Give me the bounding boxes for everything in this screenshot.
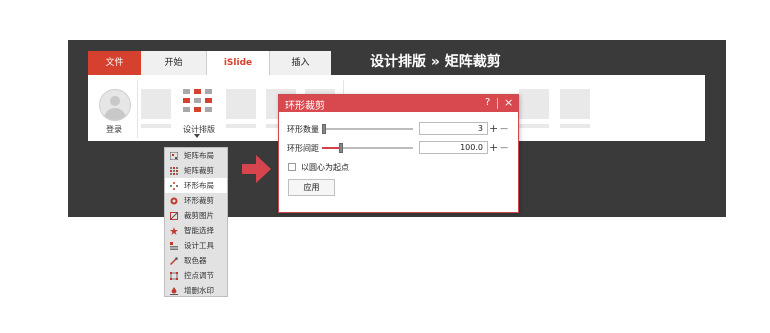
smart-select-icon — [170, 227, 178, 235]
dialog-title: 环形裁剪 — [285, 101, 325, 112]
count-minus-button[interactable]: — — [500, 123, 508, 134]
menu-item-label: 矩阵裁剪 — [184, 166, 214, 175]
menu-item-label: 环形裁剪 — [184, 196, 214, 205]
crop-image-icon — [170, 212, 178, 220]
login-label[interactable]: 登录 — [106, 124, 122, 135]
spacing-input[interactable]: 100.0 — [419, 141, 488, 154]
menu-item-design-tools[interactable]: 设计工具 — [165, 238, 227, 253]
center-start-label[interactable]: 以圆心为起点 — [301, 162, 349, 173]
count-slider-thumb[interactable] — [322, 124, 326, 134]
menu-item-ring-crop[interactable]: 环形裁剪 — [165, 193, 227, 208]
menu-item-label: 矩阵布局 — [184, 151, 214, 160]
count-label: 环形数量 — [287, 125, 319, 134]
count-slider[interactable] — [322, 124, 413, 134]
ribbon-label-placeholder — [560, 124, 590, 128]
ribbon-button-placeholder — [560, 89, 590, 119]
menu-item-crop-image[interactable]: 裁剪图片 — [165, 208, 227, 223]
menu-item-smart-select[interactable]: 智能选择 — [165, 223, 227, 238]
spacing-slider[interactable] — [322, 143, 413, 153]
menu-item-label: 取色器 — [184, 256, 207, 265]
spacing-minus-button[interactable]: — — [500, 142, 508, 153]
spacing-plus-button[interactable]: + — [489, 142, 498, 153]
ribbon-divider — [137, 80, 138, 138]
ribbon-button-placeholder — [141, 89, 171, 119]
ribbon-button-placeholder — [226, 89, 256, 119]
dialog-titlebar[interactable]: 环形裁剪 ? × — [279, 95, 518, 112]
menu-item-watermark[interactable]: 增删水印 — [165, 283, 227, 298]
menu-item-label: 设计工具 — [184, 241, 214, 250]
menu-item-label: 裁剪图片 — [184, 211, 214, 220]
apply-button[interactable]: 应用 — [288, 179, 335, 196]
matrix-crop-icon — [170, 167, 178, 175]
spacing-label: 环形间距 — [287, 144, 319, 153]
count-plus-button[interactable]: + — [489, 123, 498, 134]
matrix-layout-icon — [170, 152, 178, 160]
arrow-icon — [242, 164, 256, 174]
menu-item-label: 控点调节 — [184, 271, 214, 280]
titlebar-divider — [497, 98, 498, 109]
menu-item-label: 环形布局 — [184, 181, 214, 190]
watermark-icon — [170, 287, 178, 295]
menu-item-handle-adjust[interactable]: 控点调节 — [165, 268, 227, 283]
tab-start[interactable]: 开始 — [141, 51, 207, 75]
menu-item-ring-layout[interactable]: 环形布局 — [165, 178, 227, 193]
ribbon-button-placeholder — [519, 89, 549, 119]
menu-item-matrix-crop[interactable]: 矩阵裁剪 — [165, 163, 227, 178]
tab-insert[interactable]: 插入 — [269, 51, 331, 75]
arrow-head-icon — [256, 155, 271, 183]
spacing-slider-fill — [322, 147, 340, 149]
design-layout-menu: 矩阵布局 矩阵裁剪 环形布局 环形裁剪 裁剪图片 智能选择 设计工具 取色器 控… — [164, 147, 228, 297]
chevron-down-icon[interactable] — [194, 134, 200, 138]
ring-crop-dialog: 环形裁剪 ? × 环形数量 3 + — 环形间距 100.0 + — 以圆心为起… — [278, 94, 519, 213]
center-start-checkbox[interactable] — [288, 163, 296, 171]
menu-item-label: 智能选择 — [184, 226, 214, 235]
headline: 设计排版 » 矩阵裁剪 — [370, 54, 501, 70]
tab-islide[interactable]: iSlide — [207, 51, 269, 76]
help-icon[interactable]: ? — [485, 97, 490, 108]
spacing-slider-thumb[interactable] — [339, 143, 343, 153]
tab-file[interactable]: 文件 — [88, 51, 141, 75]
ribbon-label-placeholder — [141, 124, 171, 128]
color-picker-icon — [170, 257, 178, 265]
ring-layout-icon — [170, 182, 178, 190]
ribbon-label-placeholder — [226, 124, 256, 128]
menu-item-label: 增删水印 — [184, 286, 214, 295]
count-input[interactable]: 3 — [419, 122, 488, 135]
design-tools-icon — [170, 242, 178, 250]
ribbon-label-placeholder — [519, 124, 549, 128]
handle-adjust-icon — [170, 272, 178, 280]
design-layout-icon[interactable] — [183, 89, 213, 115]
avatar-icon[interactable] — [99, 89, 131, 121]
close-icon[interactable]: × — [504, 96, 513, 109]
ring-crop-icon — [170, 197, 178, 205]
menu-item-matrix-layout[interactable]: 矩阵布局 — [165, 148, 227, 163]
menu-item-color-picker[interactable]: 取色器 — [165, 253, 227, 268]
